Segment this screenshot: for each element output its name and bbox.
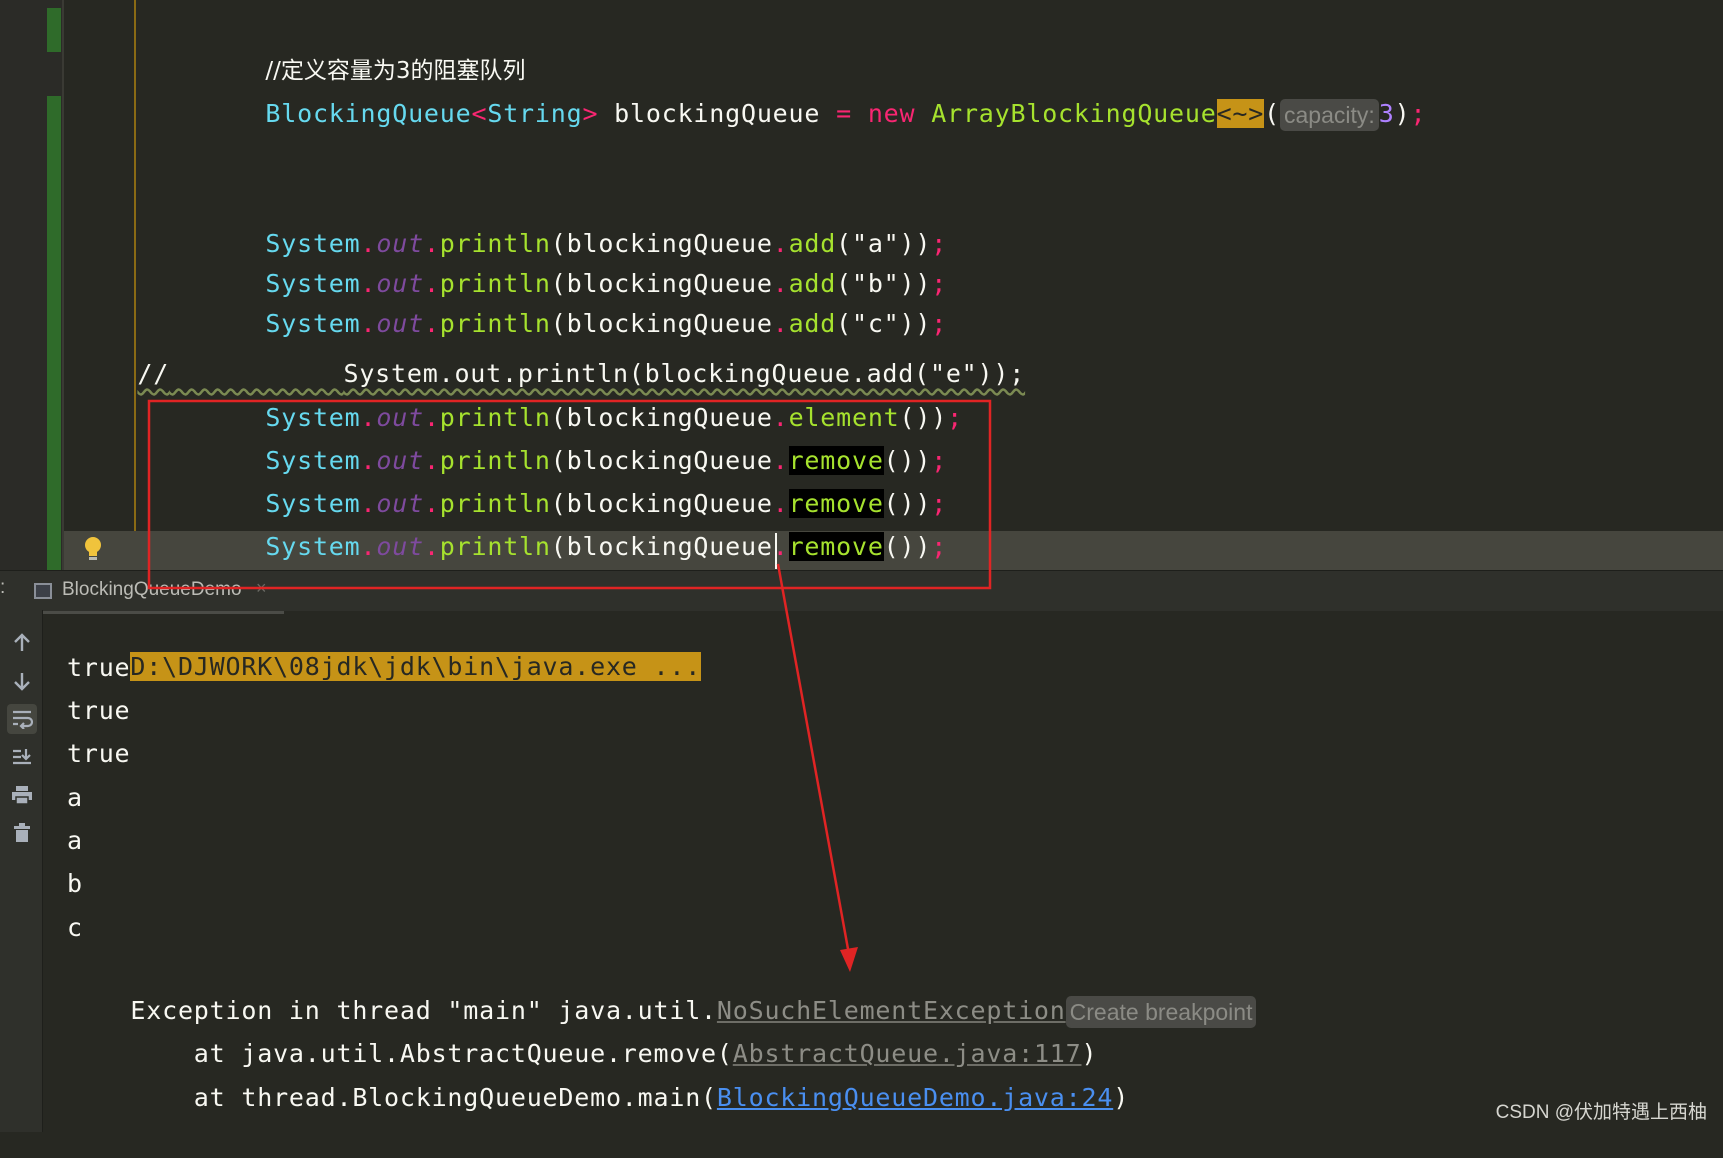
code-line-commented-out[interactable]: // System.out.println(blockingQueue.add(…	[74, 314, 1025, 388]
vcs-change-marker[interactable]	[47, 96, 61, 570]
stacktrace-suffix: )	[1113, 1083, 1130, 1112]
console-output-line: c	[67, 913, 83, 942]
stacktrace-line[interactable]: at thread.BlockingQueueDemo.main(Blockin…	[67, 1038, 1129, 1112]
console-output-line: true	[67, 739, 131, 768]
code-editor[interactable]: //定义容量为3的阻塞队列 BlockingQueue<String> bloc…	[0, 0, 1723, 570]
java-command: D:\DJWORK\08jdk\jdk\bin\java.exe ...	[130, 652, 702, 681]
scroll-to-end-icon[interactable]	[7, 742, 37, 772]
lightbulb-icon[interactable]	[84, 536, 102, 562]
stacktrace-line[interactable]: at java.util.AbstractQueue.remove(Abstra…	[67, 994, 1097, 1068]
code-line-element[interactable]: System.out.println(blockingQueue.element…	[202, 358, 963, 432]
new-keyword: new	[867, 99, 916, 128]
code-line-add-c[interactable]: System.out.println(blockingQueue.add("c"…	[202, 264, 947, 338]
exception-line[interactable]: Exception in thread "main" java.util.NoS…	[67, 951, 1257, 1028]
console-command-line[interactable]: D:\DJWORK\08jdk\jdk\bin\java.exe ...	[67, 607, 702, 681]
console-output-line: a	[67, 783, 83, 812]
code-line-declaration[interactable]: BlockingQueue<String> blockingQueue = ne…	[202, 54, 1426, 131]
paren-close: )	[1394, 99, 1411, 128]
code-line-remove-4[interactable]: System.out.println(blockingQueue.remove(…	[202, 531, 947, 570]
console-output-line: true	[67, 696, 131, 725]
watermark: CSDN @伏加特遇上西柚	[1495, 1102, 1707, 1123]
vcs-change-marker[interactable]	[47, 8, 61, 52]
close-icon[interactable]: ×	[256, 578, 267, 599]
class-name: ArrayBlockingQueue	[931, 99, 1217, 128]
soft-wrap-icon[interactable]	[7, 704, 37, 734]
up-arrow-icon[interactable]	[7, 628, 37, 658]
text-caret	[775, 533, 777, 569]
diamond-operator-folded[interactable]: <~>	[1216, 99, 1265, 128]
code-line-add-a[interactable]: System.out.println(blockingQueue.add("a"…	[202, 184, 947, 258]
semicolon: ;	[947, 403, 963, 432]
console-icon	[34, 583, 52, 599]
code-line-add-b[interactable]: System.out.println(blockingQueue.add("b"…	[202, 224, 947, 298]
run-tool-window[interactable]: : BlockingQueueDemo × D:\DJWORK\08jdk\jd…	[0, 570, 1723, 1132]
run-tab-bar: : BlockingQueueDemo ×	[0, 570, 1723, 614]
code-line-comment[interactable]: //定义容量为3的阻塞队列	[202, 10, 525, 84]
semicolon: ;	[1410, 99, 1427, 128]
run-toolbar	[0, 610, 43, 1132]
indent-guide	[134, 0, 136, 570]
paren-open: (	[1264, 99, 1280, 128]
generic-close: >	[582, 99, 599, 128]
trash-icon[interactable]	[7, 818, 37, 848]
variable-name: blockingQueue	[614, 99, 821, 128]
stacktrace-link[interactable]: BlockingQueueDemo.java:24	[717, 1083, 1113, 1112]
parameter-hint[interactable]: capacity:	[1280, 99, 1379, 131]
console-output-line: true	[67, 653, 131, 682]
capacity-argument: 3	[1378, 99, 1395, 128]
down-arrow-icon[interactable]	[7, 666, 37, 696]
comment-marker: //	[137, 359, 170, 388]
tab-label: BlockingQueueDemo	[62, 579, 242, 600]
console-output-line: a	[67, 826, 83, 855]
generic-open: <	[471, 99, 488, 128]
assign-operator: =	[836, 99, 852, 128]
generic-type: String	[487, 99, 583, 128]
type-name: BlockingQueue	[265, 99, 472, 128]
code-line-remove-2[interactable]: System.out.println(blockingQueue.remove(…	[202, 444, 947, 518]
gutter-separator	[62, 0, 64, 570]
tab-bar-prefix: :	[0, 577, 6, 598]
console-output-line: b	[67, 869, 83, 898]
stacktrace-prefix: at thread.BlockingQueueDemo.main(	[130, 1083, 717, 1112]
code-line-remove-1[interactable]: System.out.println(blockingQueue.remove(…	[202, 401, 947, 475]
print-icon[interactable]	[7, 780, 37, 810]
code-line-remove-3[interactable]: System.out.println(blockingQueue.remove(…	[202, 487, 947, 561]
